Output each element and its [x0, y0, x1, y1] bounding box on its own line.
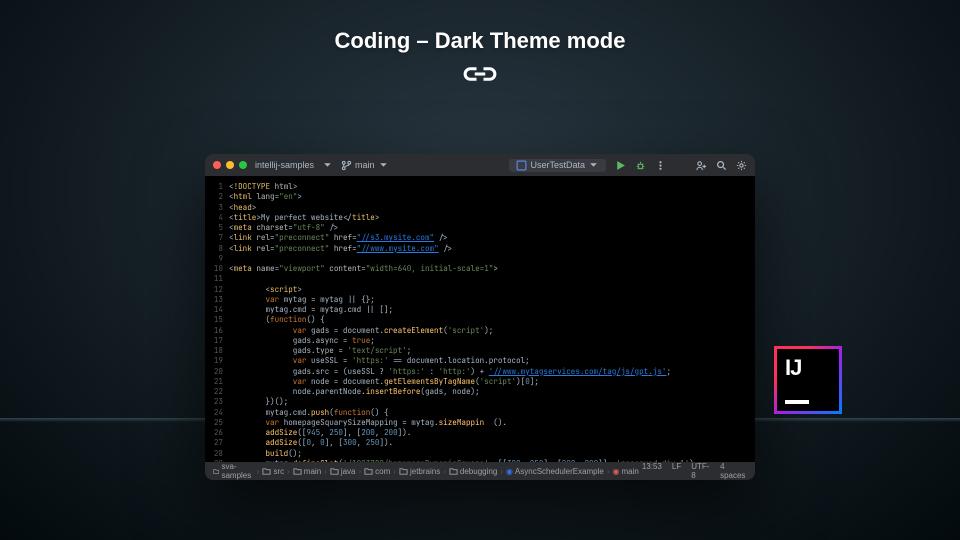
chevron-down-icon — [588, 160, 599, 171]
status-encoding[interactable]: UTF-8 — [691, 462, 710, 480]
project-chevron-icon[interactable] — [322, 160, 333, 171]
link-chain-icon — [0, 60, 960, 93]
vcs-branch[interactable]: main — [341, 160, 389, 171]
project-name[interactable]: intellij-samples — [255, 160, 314, 170]
search-icon[interactable] — [716, 160, 727, 171]
status-time: 13:53 — [642, 462, 662, 480]
editor[interactable]: 1<!DOCTYPE html>2<html lang="en">3<head>… — [205, 176, 755, 462]
ide-statusbar: sva-samples› src› main› java› com› jetbr… — [205, 462, 755, 480]
breadcrumbs[interactable]: sva-samples› src› main› java› com› jetbr… — [213, 462, 639, 480]
intellij-logo: IJ — [774, 346, 842, 414]
branch-icon — [341, 160, 352, 171]
debug-button[interactable] — [635, 160, 646, 171]
ide-titlebar: intellij-samples main UserTestData — [205, 154, 755, 176]
status-line-sep[interactable]: LF — [672, 462, 681, 480]
code-with-me-icon[interactable] — [696, 160, 707, 171]
branch-chevron-icon — [378, 160, 389, 171]
run-config-icon — [516, 160, 527, 171]
settings-icon[interactable] — [736, 160, 747, 171]
run-button[interactable] — [615, 160, 626, 171]
traffic-lights[interactable] — [213, 161, 247, 169]
more-actions-button[interactable] — [655, 160, 666, 171]
ide-window: intellij-samples main UserTestData 1<!DO… — [205, 154, 755, 480]
page-title: Coding – Dark Theme mode — [0, 0, 960, 54]
run-config-select[interactable]: UserTestData — [509, 159, 606, 172]
status-indent[interactable]: 4 spaces — [720, 462, 747, 480]
